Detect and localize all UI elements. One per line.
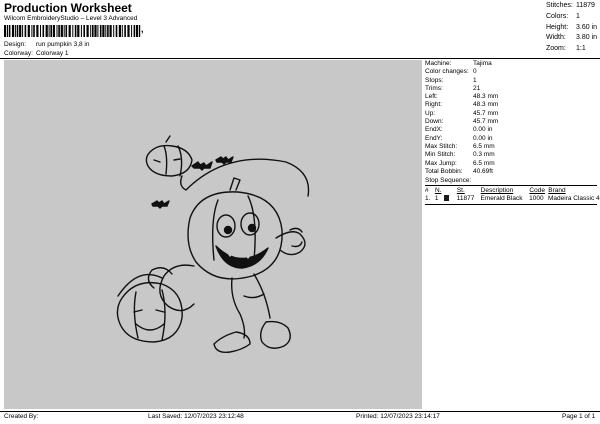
- design-label: Design:: [4, 41, 27, 48]
- colorway-row: Colorway: Colorway 1: [4, 50, 69, 57]
- barcode: [4, 25, 141, 37]
- barcode-bar: [127, 25, 130, 37]
- barcode-bar: [131, 25, 133, 37]
- barcode-bar: [56, 25, 58, 37]
- colorway-label: Colorway:: [4, 50, 33, 57]
- machine-info-row: Max Stitch: 6.5 mm: [425, 142, 495, 150]
- design-value: run pumpkin 3,8 in: [36, 41, 90, 48]
- barcode-bar: [8, 25, 11, 37]
- barcode-bar: [99, 25, 102, 37]
- barcode-bar: [22, 25, 24, 37]
- barcode-bar: [105, 25, 107, 37]
- barcode-bar: [48, 25, 50, 37]
- stop-table-header: # N. St. Description Code Brand: [425, 187, 566, 195]
- stop-sequence-divider: [425, 185, 597, 187]
- barcode-bar: [118, 25, 121, 37]
- stat-row: Width: 3.80 in: [546, 34, 598, 42]
- barcode-bar: [45, 25, 48, 37]
- barcode-bar: [97, 25, 99, 37]
- barcode-bar: [102, 25, 105, 37]
- barcode-bar: [4, 25, 7, 37]
- barcode-bar: [74, 25, 77, 37]
- barcode-bar: [27, 25, 30, 37]
- barcode-bar: [60, 25, 63, 37]
- machine-info-row: Trims: 21: [425, 84, 481, 92]
- barcode-bar: [36, 25, 39, 37]
- created-by: Created By:: [4, 413, 39, 420]
- barcode-bar: [42, 25, 45, 37]
- stat-row: Stitches: 11879: [546, 2, 595, 9]
- barcode-bar: [86, 25, 89, 37]
- barcode-bar: [80, 25, 82, 37]
- stat-row: Zoom: 1:1: [546, 45, 586, 53]
- barcode-bar: [139, 25, 140, 37]
- barcode-suffix: ,: [141, 24, 144, 34]
- barcode-bar: [19, 25, 22, 37]
- barcode-bar: [115, 25, 118, 37]
- barcode-bar: [107, 25, 109, 37]
- machine-info-row: EndY: 0.00 in: [425, 134, 493, 142]
- header-divider: [0, 58, 600, 59]
- barcode-bar: [77, 25, 80, 37]
- barcode-bar: [65, 25, 68, 37]
- machine-info-row: Up: 45.7 mm: [425, 109, 499, 117]
- barcode-bar: [63, 25, 65, 37]
- barcode-bar: [121, 25, 123, 37]
- barcode-bar: [7, 25, 8, 37]
- thread-color-swatch: [443, 195, 449, 202]
- worksheet-title: Production Worksheet: [4, 1, 132, 15]
- footer-divider: [0, 411, 600, 412]
- machine-info-row: Right: 48.3 mm: [425, 101, 499, 109]
- barcode-bar: [58, 25, 60, 37]
- barcode-bar: [33, 25, 35, 37]
- barcode-bar: [124, 25, 126, 37]
- page-number: Page 1 of 1: [562, 413, 596, 420]
- machine-info-row: Color changes: 0: [425, 68, 477, 76]
- pumpkin-embroidery-image: [116, 135, 310, 354]
- barcode-bar: [24, 25, 27, 37]
- barcode-bar: [94, 25, 97, 37]
- machine-info-panel: Machine: Tajima Color changes: 0 Stops: 1 Trim…: [425, 60, 600, 206]
- machine-info-row: Max Jump: 6.5 mm: [425, 159, 495, 167]
- barcode-bar: [133, 25, 136, 37]
- stat-row: Height: 3.60 in: [546, 23, 598, 31]
- barcode-bar: [92, 25, 94, 37]
- software-subtitle: Wilcom EmbroideryStudio – Level 3 Advanc…: [4, 15, 138, 22]
- barcode-bar: [16, 25, 19, 37]
- machine-info-row: Left: 48.3 mm: [425, 93, 499, 101]
- barcode-bar: [11, 25, 15, 37]
- machine-info-row: Stops: 1: [425, 76, 477, 84]
- barcode-bar: [14, 25, 16, 37]
- barcode-bar: [83, 25, 85, 37]
- table-row: 1. 1 11877 Emerald Black 1000 Madeira Cl…: [425, 195, 600, 203]
- barcode-bar: [40, 25, 41, 37]
- barcode-bar: [90, 25, 92, 37]
- colorway-value: Colorway 1: [36, 50, 69, 57]
- stop-sequence-end-divider: [425, 204, 597, 206]
- barcode-bar: [136, 25, 139, 37]
- machine-info-row: EndX: 0.00 in: [425, 126, 493, 134]
- barcode-bar: [68, 25, 71, 37]
- machine-info-row: Machine: Tajima: [425, 60, 492, 67]
- barcode-bar: [31, 25, 33, 37]
- design-row: Design: run pumpkin 3,8 in: [4, 41, 89, 48]
- machine-info-row: Min Stitch: 0.3 mm: [425, 151, 495, 159]
- printed-date: Printed: 12/07/2023 23:14:17: [356, 413, 440, 420]
- stop-sequence-label: Stop Sequence:: [425, 177, 472, 185]
- design-preview: [4, 60, 422, 409]
- machine-info-row: Total Bobbin: 40.69ft: [425, 167, 493, 175]
- stat-row: Colors: 1: [546, 12, 580, 20]
- barcode-bar: [72, 25, 74, 37]
- barcode-bar: [113, 25, 115, 37]
- machine-info-row: Down: 45.7 mm: [425, 118, 499, 126]
- summary-stats: Stitches: 11879 Colors: 1 Height: 3.60 in W…: [546, 1, 597, 55]
- stop-sequence-table: # N. St. Description Code Brand 1. 1 118…: [425, 187, 600, 203]
- barcode-bar: [50, 25, 52, 37]
- last-saved: Last Saved: 12/07/2023 23:12:48: [148, 413, 244, 420]
- barcode-bar: [52, 25, 55, 37]
- barcode-bar: [109, 25, 112, 37]
